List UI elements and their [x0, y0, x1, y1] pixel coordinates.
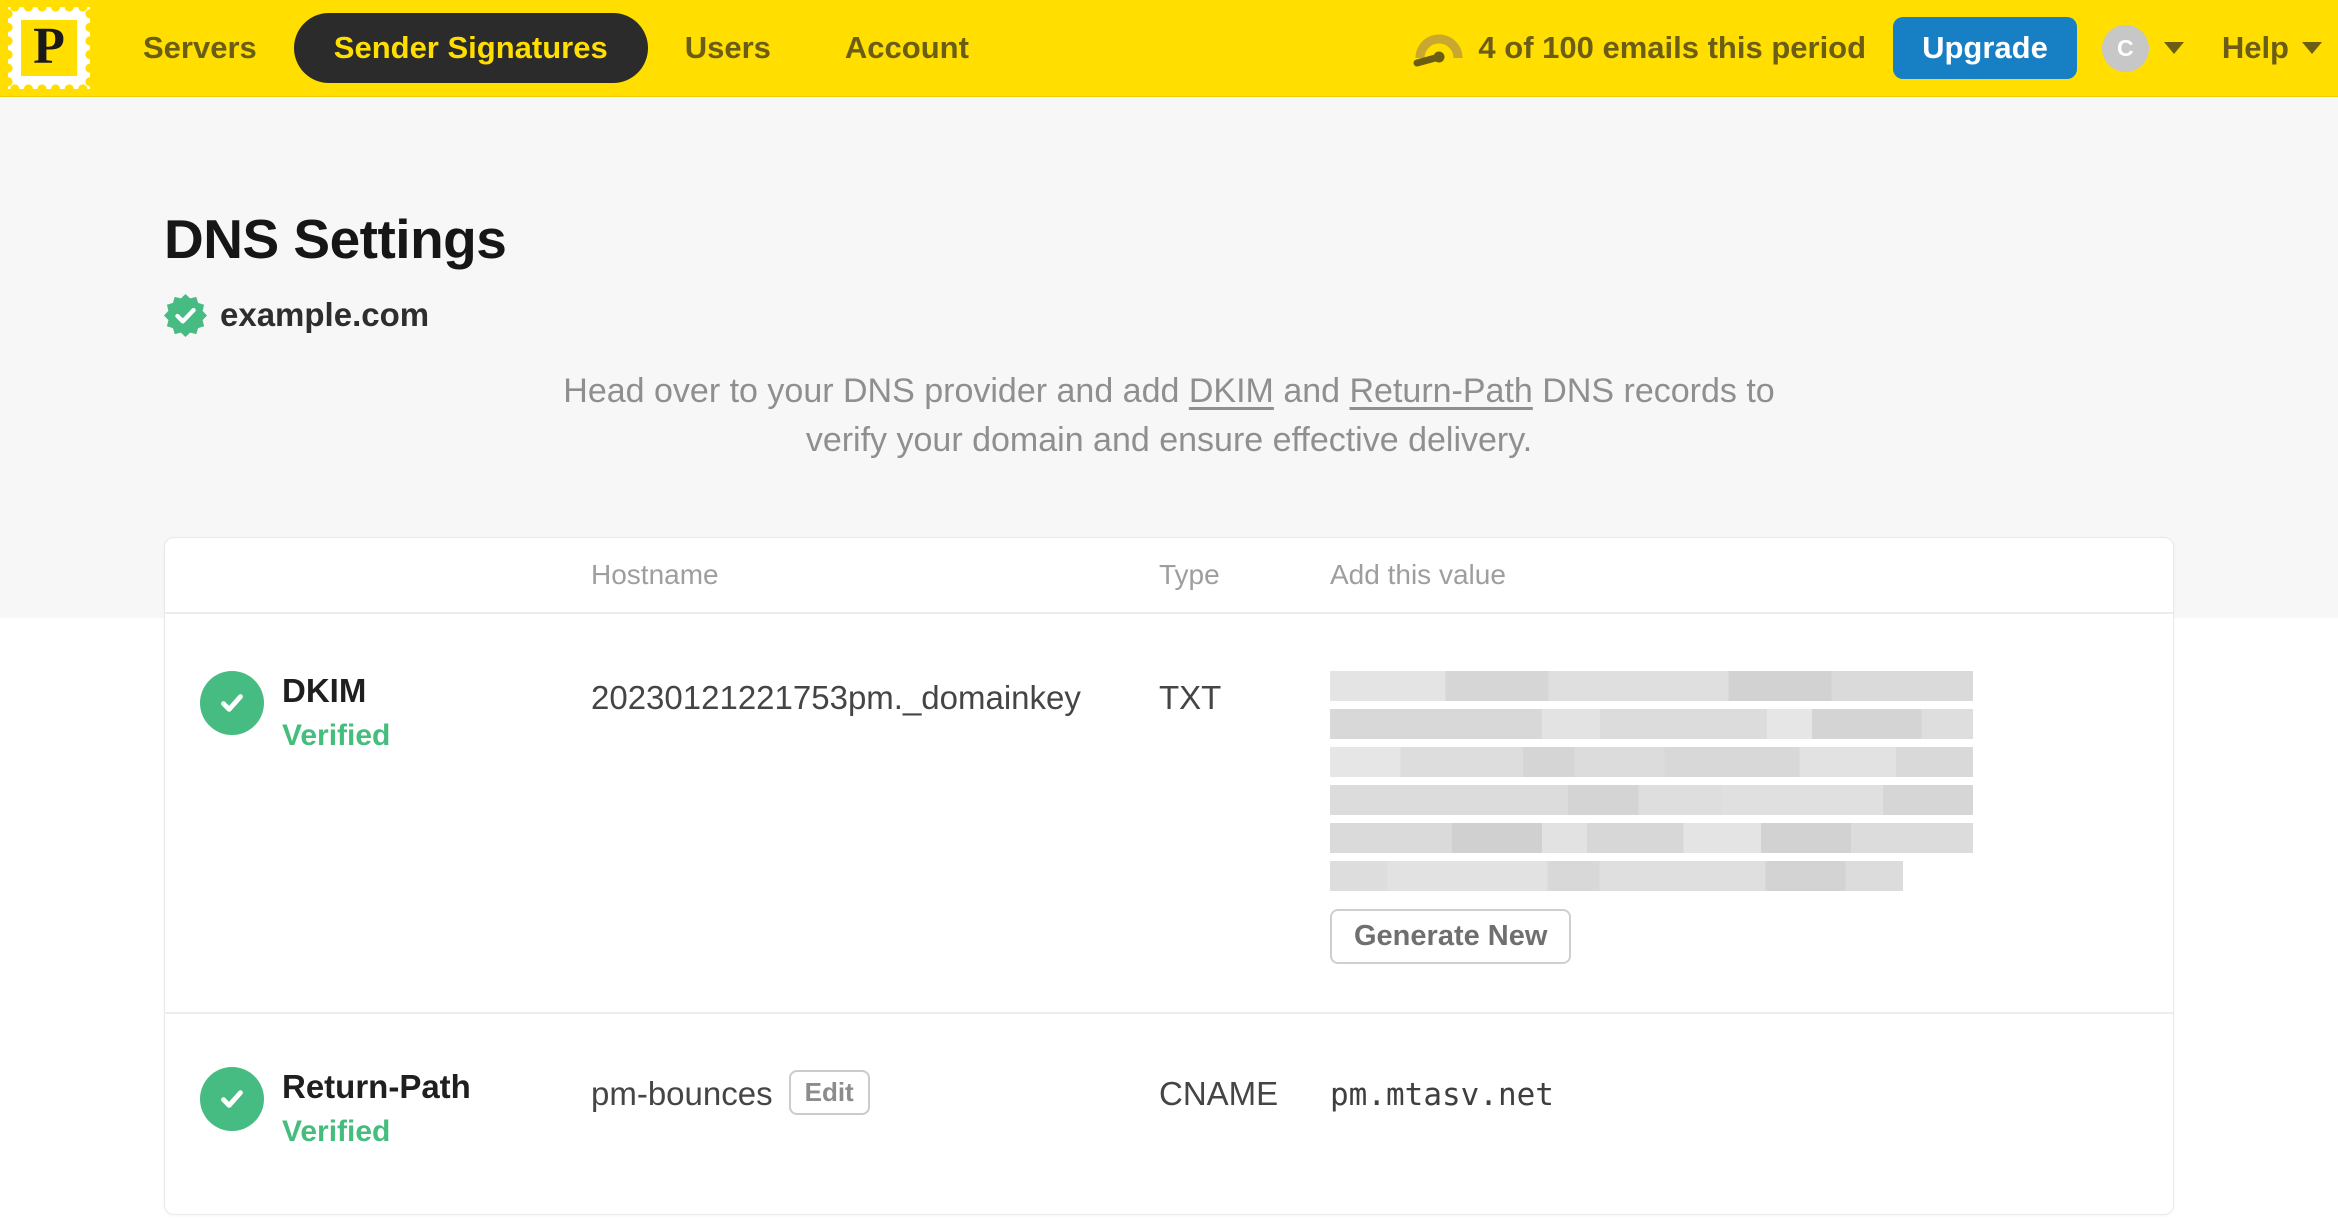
header-hostname: Hostname — [591, 558, 719, 590]
redacted-value-line — [1330, 708, 1973, 739]
primary-nav: Servers Sender Signatures Users Account — [106, 13, 1006, 83]
intro-text: Head over to your DNS provider and add D… — [0, 367, 2338, 465]
redacted-value-line — [1330, 860, 1903, 891]
chevron-down-icon — [2163, 42, 2184, 54]
table-row-return-path: Return-Path Verified pm-bounces Edit CNA… — [165, 1011, 2173, 1214]
usage-meter: 4 of 100 emails this period — [1413, 27, 1866, 69]
nav-item-servers[interactable]: Servers — [106, 30, 294, 66]
type-cell: CNAME — [1159, 1074, 1279, 1112]
intro-line2: verify your domain and ensure effective … — [805, 420, 1533, 459]
redacted-value-line — [1330, 784, 1973, 815]
table-row-dkim: DKIM Verified 20230121221753pm._domainke… — [165, 614, 2173, 1012]
page-title: DNS Settings — [164, 208, 507, 270]
table-header: Hostname Type Add this value — [165, 538, 2173, 614]
hostname-cell: pm-bounces Edit — [591, 1067, 1159, 1149]
hostname-value: pm-bounces — [591, 1074, 773, 1112]
intro-line1-mid: and — [1273, 371, 1350, 410]
chevron-down-icon — [2302, 42, 2322, 54]
nav-left-group: P Servers Sender Signatures Users Accoun… — [8, 7, 1006, 89]
nav-item-sender-signatures[interactable]: Sender Signatures — [293, 13, 648, 83]
header-value: Add this value — [1330, 558, 1506, 590]
hostname-cell: 20230121221753pm._domainkey — [591, 671, 1159, 964]
record-cell: Return-Path Verified — [165, 1066, 591, 1149]
type-cell: TXT — [1159, 678, 1222, 716]
verified-check-icon — [200, 670, 264, 735]
value-cell: Generate New — [1330, 670, 2173, 964]
redacted-value-line — [1330, 822, 1973, 853]
top-nav: P Servers Sender Signatures Users Accoun… — [0, 0, 2338, 97]
return-path-link[interactable]: Return-Path — [1350, 372, 1533, 410]
help-menu[interactable]: Help — [2222, 30, 2322, 66]
nav-item-users[interactable]: Users — [648, 30, 808, 66]
status-badge: Verified — [282, 718, 391, 752]
domain-row: example.com — [164, 293, 2174, 337]
hostname-value: 20230121221753pm._domainkey — [591, 678, 1081, 716]
dkim-link[interactable]: DKIM — [1189, 372, 1274, 410]
nav-right-group: 4 of 100 emails this period Upgrade C He… — [1413, 17, 2322, 79]
value-cell: pm.mtasv.net — [1330, 1067, 2173, 1149]
record-cell: DKIM Verified — [165, 670, 591, 964]
status-badge: Verified — [282, 1114, 391, 1148]
dns-records-card: Hostname Type Add this value DKIM Verifi… — [164, 536, 2174, 1215]
postmark-logo[interactable]: P — [8, 7, 90, 89]
header-type: Type — [1159, 558, 1220, 590]
redacted-value-line — [1330, 746, 1973, 777]
avatar[interactable]: C — [2101, 24, 2149, 72]
intro-line1-post: DNS records to — [1532, 371, 1775, 410]
intro-line1-pre: Head over to your DNS provider and add — [563, 371, 1189, 410]
dns-value: pm.mtasv.net — [1330, 1076, 1554, 1113]
account-menu[interactable]: C — [2101, 24, 2184, 72]
generate-new-button[interactable]: Generate New — [1330, 908, 1572, 964]
verified-seal-icon — [164, 293, 207, 337]
gauge-icon — [1413, 34, 1463, 67]
record-name: Return-Path — [282, 1067, 471, 1105]
main-content: DNS Settings example.com Head over to yo… — [0, 97, 2338, 1215]
logo-letter: P — [21, 18, 77, 76]
nav-item-account[interactable]: Account — [808, 30, 1006, 66]
upgrade-button[interactable]: Upgrade — [1893, 17, 2077, 79]
redacted-value-line — [1330, 670, 1973, 701]
record-name: DKIM — [282, 671, 367, 709]
domain-name: example.com — [220, 296, 430, 333]
help-label: Help — [2221, 30, 2289, 65]
usage-text: 4 of 100 emails this period — [1478, 30, 1867, 65]
edit-hostname-button[interactable]: Edit — [788, 1069, 870, 1115]
verified-check-icon — [200, 1066, 264, 1131]
